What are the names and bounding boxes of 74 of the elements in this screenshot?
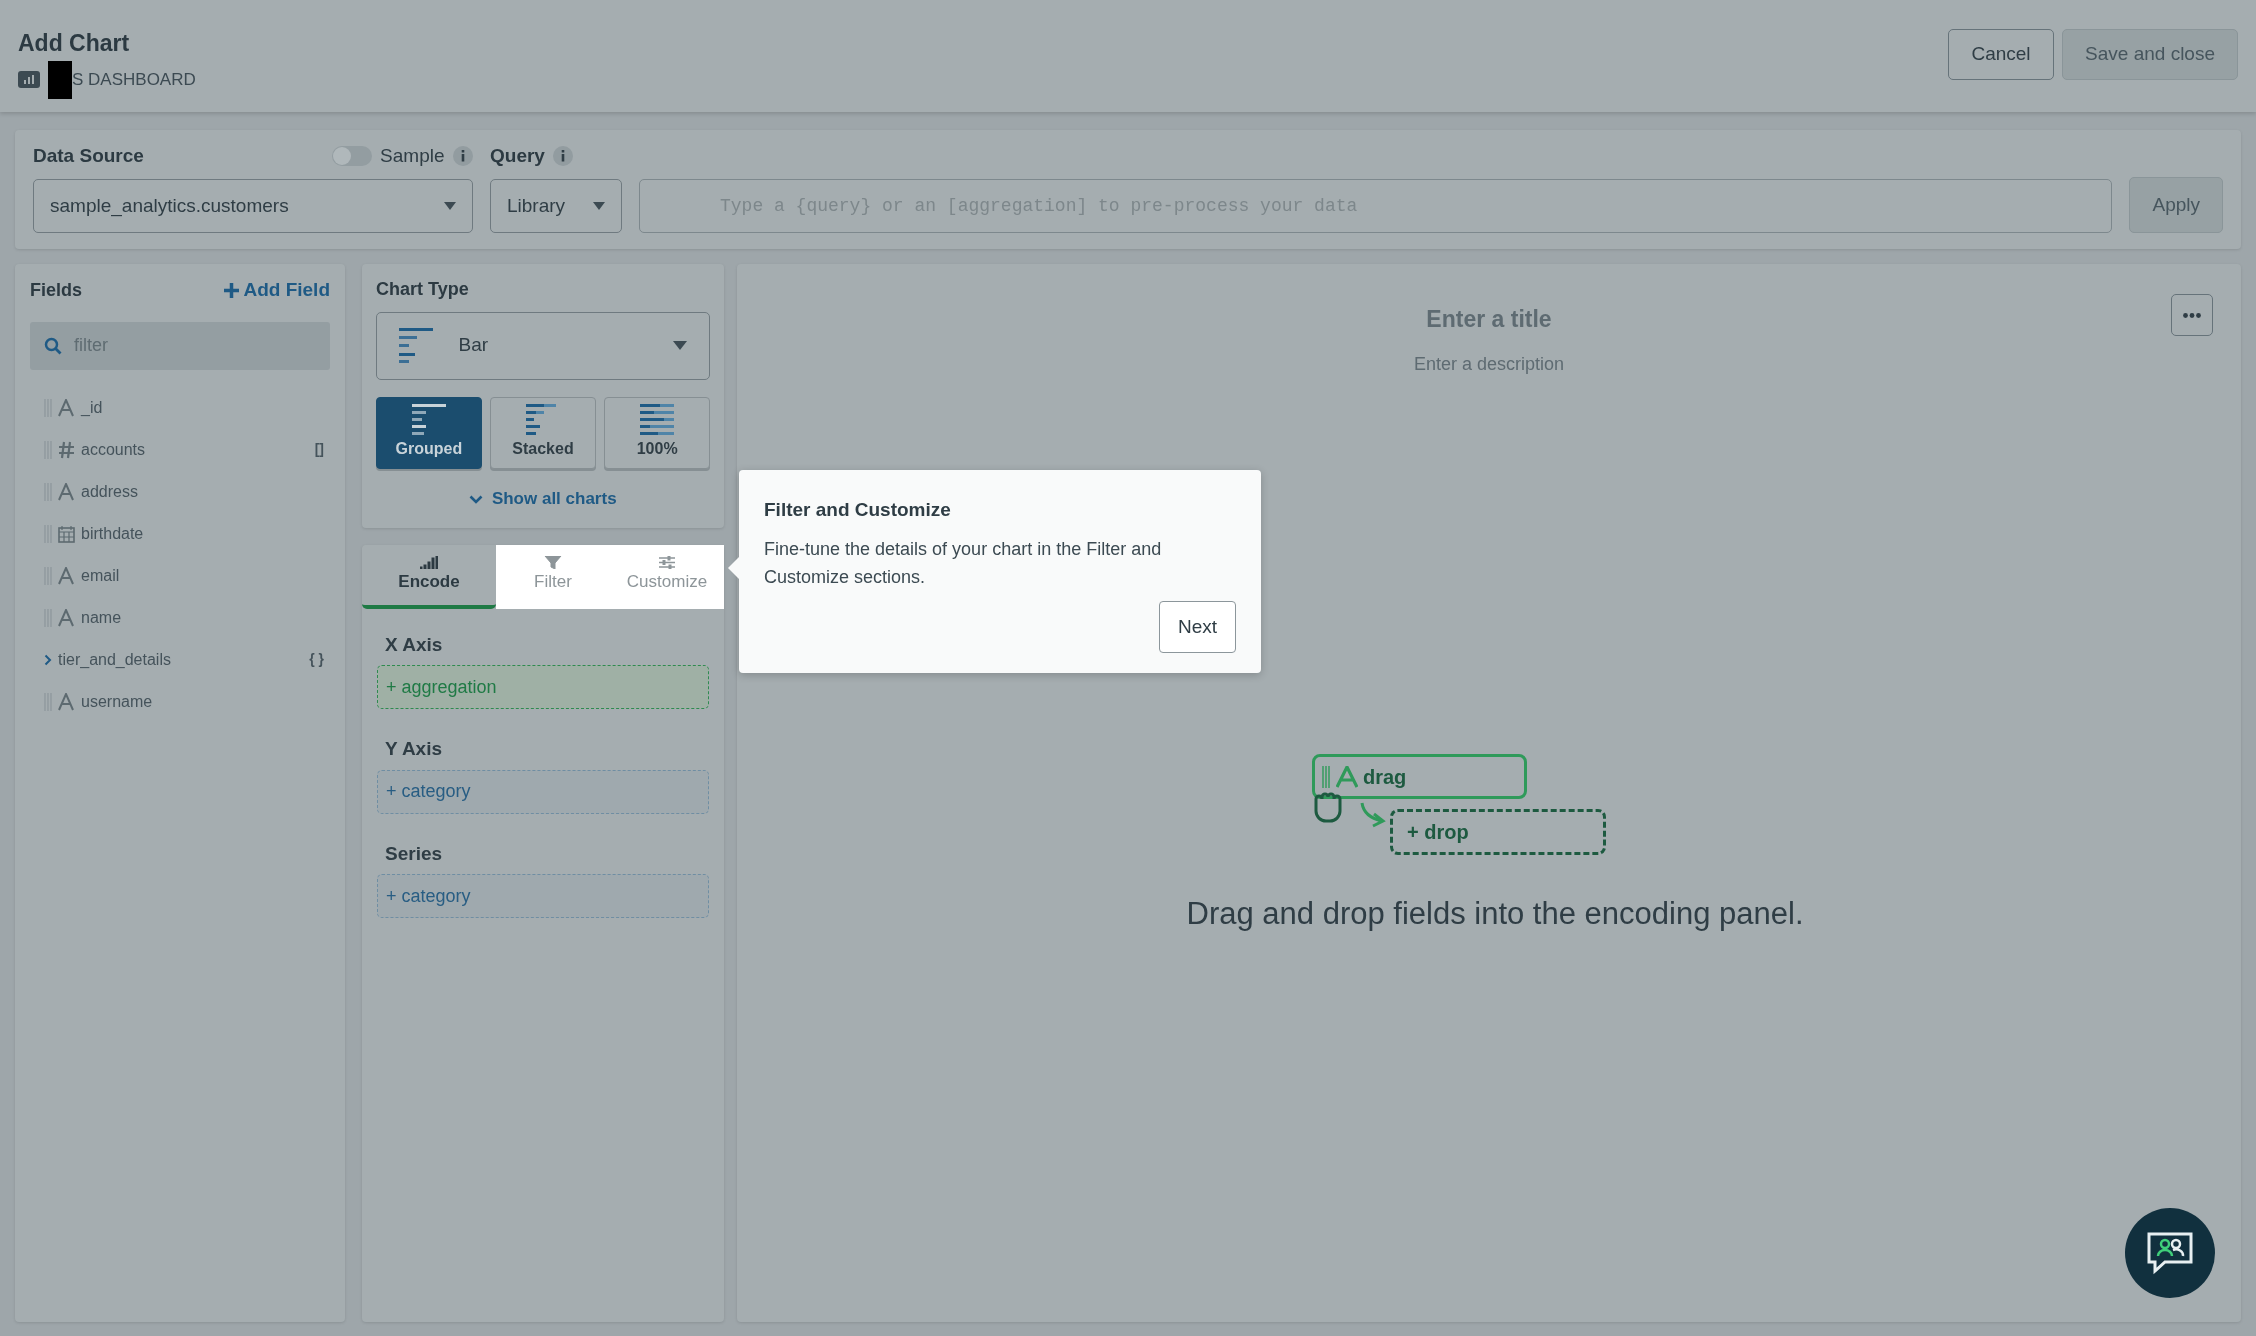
caret-icon (673, 341, 687, 350)
grip-icon (1321, 765, 1331, 788)
add-field-link[interactable]: Add Field (224, 276, 330, 305)
chart-variant-button[interactable]: Grouped (376, 396, 482, 469)
more-icon (2183, 312, 2201, 318)
hint-text: Drag and drop fields into the encoding panel. (1186, 895, 1804, 933)
cancel-button[interactable]: Cancel (1948, 29, 2054, 80)
breadcrumb-link[interactable]: S DASHBOARD (72, 66, 196, 93)
encoding-drop-slot[interactable]: + aggregation (377, 665, 709, 710)
next-button[interactable]: Next (1158, 600, 1236, 654)
field-item[interactable]: address (30, 470, 330, 513)
field-item[interactable]: tier_and_details { } (30, 638, 330, 681)
field-item[interactable]: _id (30, 386, 330, 429)
field-type-indicator: [] (314, 440, 324, 459)
bar-chart-icon (399, 327, 433, 364)
save-and-close-button[interactable]: Save and close (2062, 29, 2238, 80)
sample-toggle[interactable] (331, 146, 372, 167)
query-label: Query (490, 144, 545, 168)
panel-tab[interactable]: Customize (610, 544, 724, 609)
chart-description-field[interactable]: Enter a description (1413, 350, 1565, 378)
sliders-icon (658, 556, 676, 570)
string-type-icon (58, 398, 75, 417)
sample-label: Sample (380, 144, 445, 168)
fields-title: Fields (30, 278, 82, 302)
dashboard-icon (18, 71, 40, 88)
bar-chart-icon (411, 404, 446, 435)
encoding-label: Y Axis (385, 737, 444, 762)
calendar-icon (58, 524, 75, 543)
encoding-drop-slot[interactable]: + category (377, 769, 709, 814)
field-item[interactable]: email (30, 554, 330, 597)
string-type-icon (58, 482, 75, 501)
chart-title-field[interactable]: Enter a title (1426, 302, 1552, 337)
field-item[interactable]: name (30, 596, 330, 639)
more-options-button[interactable] (2171, 294, 2213, 336)
data-source-select[interactable]: sample_analytics.customers (33, 179, 473, 233)
drop-zone: + drop (1390, 809, 1606, 855)
chart-variant-button[interactable]: 100% (604, 396, 710, 469)
encoding-label: X Axis (385, 632, 444, 657)
field-item[interactable]: username (30, 680, 330, 723)
popover-title: Filter and Customize (764, 498, 952, 522)
chevron-right-icon (44, 653, 52, 666)
chart-type-select[interactable]: Bar (376, 311, 710, 380)
info-icon[interactable] (453, 146, 473, 167)
number-type-icon (58, 440, 75, 459)
popover-text: Fine-tune the details of your chart in the Filter and Customize sections. (764, 537, 1163, 590)
chevron-down-icon (469, 494, 484, 504)
bar-chart-icon (640, 404, 675, 435)
caret-icon (444, 202, 456, 210)
string-type-icon (58, 566, 75, 585)
redaction-block (48, 60, 72, 99)
show-all-charts-link[interactable]: Show all charts (469, 486, 617, 512)
query-mode-select[interactable]: Library (490, 179, 622, 233)
string-type-icon (58, 608, 75, 627)
field-item[interactable]: birthdate (30, 512, 330, 555)
panel-tab[interactable]: Encode (362, 544, 496, 609)
drag-field-chip: drag (1312, 754, 1527, 799)
page-title: Add Chart (18, 29, 131, 58)
apply-button[interactable]: Apply (2129, 177, 2223, 233)
encoding-drop-slot[interactable]: + category (377, 874, 709, 919)
chat-icon (2145, 1231, 2195, 1275)
encoding-label: Series (385, 841, 444, 866)
string-type-icon (58, 692, 75, 711)
funnel-icon (544, 556, 562, 570)
signal-bars-icon (420, 556, 438, 570)
plus-icon (224, 282, 240, 298)
panel-tab[interactable]: Filter (496, 544, 610, 609)
string-type-icon (1336, 765, 1358, 788)
info-icon[interactable] (553, 146, 574, 167)
chart-variant-button[interactable]: Stacked (490, 396, 596, 469)
data-source-label: Data Source (33, 144, 144, 168)
field-type-indicator: { } (309, 650, 324, 669)
field-item[interactable]: accounts [] (30, 428, 330, 471)
caret-icon (593, 202, 605, 210)
chart-type-title: Chart Type (376, 278, 470, 301)
